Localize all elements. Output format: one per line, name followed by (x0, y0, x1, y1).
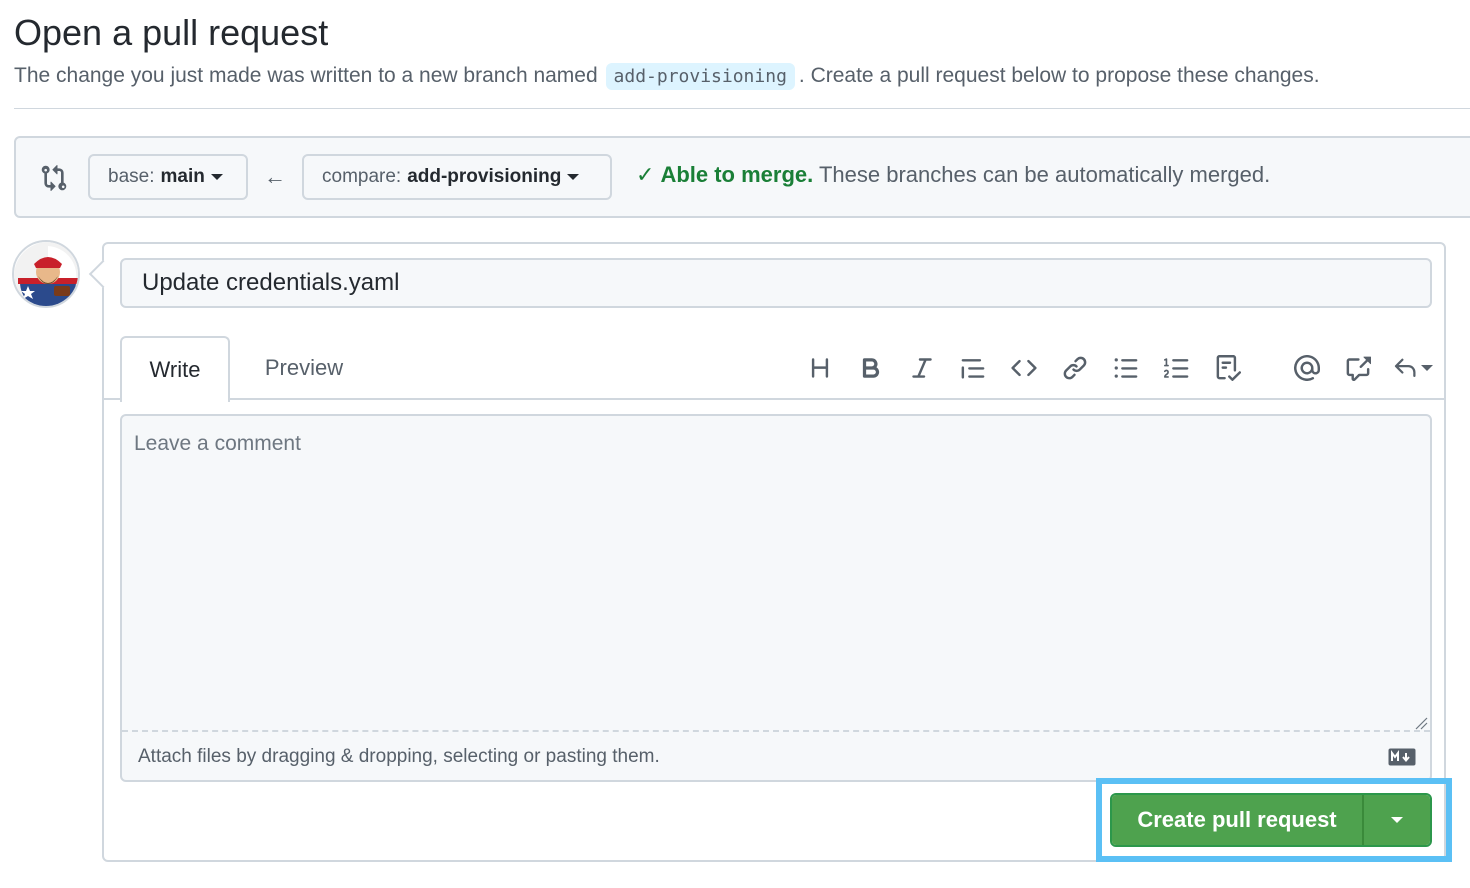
create-pull-request-button[interactable]: Create pull request (1112, 795, 1364, 845)
base-branch-select[interactable]: base: main (88, 154, 248, 200)
compare-icon (41, 165, 67, 191)
chevron-down-icon (567, 174, 580, 180)
chevron-down-icon (1421, 365, 1433, 371)
numbered-list-icon[interactable] (1151, 348, 1202, 388)
compare-bar: base: main ← compare: add-provisioning ✓… (14, 136, 1470, 218)
page-title: Open a pull request (14, 12, 329, 53)
chevron-down-icon (1391, 817, 1403, 823)
task-list-icon[interactable] (1202, 348, 1253, 388)
divider (14, 108, 1470, 109)
pull-request-form: Write Preview (102, 242, 1446, 862)
title-input[interactable] (120, 258, 1432, 308)
create-options-dropdown[interactable] (1364, 795, 1430, 845)
comment-box: Attach files by dragging & dropping, sel… (120, 414, 1432, 782)
base-value: main (160, 166, 205, 187)
compare-branch-select[interactable]: compare: add-provisioning (302, 154, 612, 200)
avatar[interactable] (12, 240, 80, 308)
chevron-down-icon (210, 174, 223, 180)
merge-status-description: These branches can be automatically merg… (818, 162, 1271, 187)
base-label: base: (108, 166, 155, 187)
page-subtitle: The change you just made was written to … (14, 63, 1320, 90)
resize-handle-icon[interactable] (1414, 716, 1428, 730)
attach-files-hint[interactable]: Attach files by dragging & dropping, sel… (138, 746, 660, 768)
bold-icon[interactable] (845, 348, 896, 388)
tab-write[interactable]: Write (120, 336, 230, 402)
cross-reference-icon[interactable] (1332, 348, 1383, 388)
link-icon[interactable] (1049, 348, 1100, 388)
arrow-left-icon: ← (264, 164, 286, 189)
subtitle-text: The change you just made was written to … (14, 64, 598, 87)
create-pull-request-group: Create pull request (1110, 793, 1432, 847)
compare-value: add-provisioning (407, 166, 562, 187)
subtitle-text-end: . Create a pull request below to propose… (798, 64, 1320, 87)
markdown-icon[interactable] (1388, 748, 1416, 766)
markdown-toolbar (794, 344, 1443, 392)
comment-textarea[interactable] (122, 416, 1430, 732)
heading-icon[interactable] (794, 348, 845, 388)
merge-status: ✓ Able to merge. These branches can be au… (636, 162, 1270, 188)
compare-label: compare: (322, 166, 402, 187)
italic-icon[interactable] (896, 348, 947, 388)
bulleted-list-icon[interactable] (1100, 348, 1151, 388)
code-icon[interactable] (998, 348, 1049, 388)
branch-name: add-provisioning (605, 63, 795, 90)
quote-icon[interactable] (947, 348, 998, 388)
merge-status-label: Able to merge. (660, 162, 814, 187)
mention-icon[interactable] (1281, 348, 1332, 388)
avatar-icon (14, 242, 78, 306)
reply-icon[interactable] (1383, 348, 1443, 388)
check-icon: ✓ (636, 162, 655, 187)
tab-preview[interactable]: Preview (244, 336, 364, 400)
